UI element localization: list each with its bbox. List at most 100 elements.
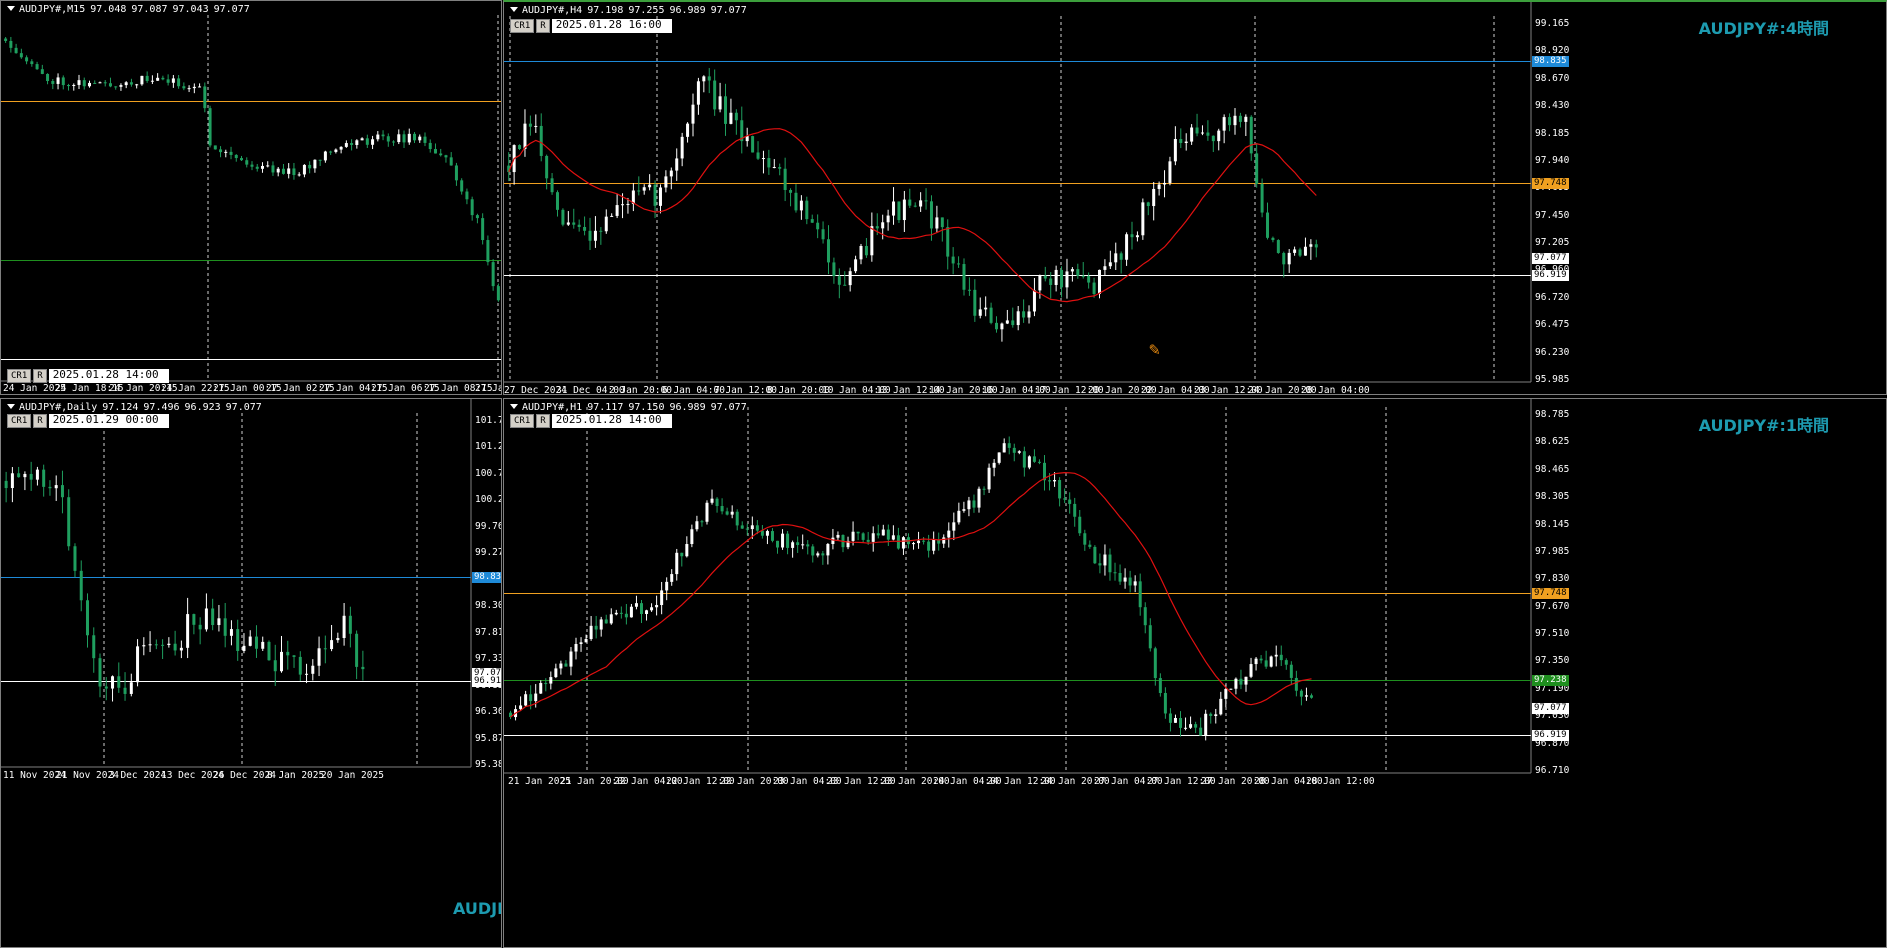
candle-body: [559, 663, 563, 669]
candle-body: [932, 539, 936, 551]
cr1-button[interactable]: CR1: [7, 414, 32, 428]
candle-body: [1299, 690, 1303, 697]
candle-body: [816, 553, 820, 556]
chart-panel-m15[interactable]: AUDJPY#,M15 97.048 97.087 97.043 97.077 CR1 …: [0, 0, 502, 395]
candle-body: [261, 641, 265, 649]
candle-body: [30, 61, 34, 65]
chart-panel-h1[interactable]: AUDJPY#,H1 97.117 97.150 96.989 97.077 CR1 R…: [503, 398, 1887, 948]
candle-body: [1234, 678, 1238, 689]
candle-body: [273, 660, 277, 672]
time-tick: 28 Jan 04:00: [1301, 385, 1370, 395]
chart-canvas-m15[interactable]: [1, 1, 502, 395]
candle-body: [947, 530, 951, 538]
candle-body: [1269, 656, 1273, 667]
datetime-field[interactable]: 2025.01.28 14:00: [48, 369, 169, 383]
candle-body: [801, 544, 805, 546]
candle-body: [750, 525, 754, 530]
candle-body: [1284, 660, 1288, 665]
candle-body: [449, 157, 453, 166]
dropdown-triangle-icon[interactable]: [7, 404, 15, 409]
candle-body: [670, 574, 674, 582]
candle-body: [240, 158, 244, 161]
candle-body: [1157, 184, 1161, 189]
candle-body: [198, 624, 202, 630]
candle-body: [789, 189, 793, 193]
chart-canvas-h1[interactable]: [504, 399, 1887, 948]
r-button[interactable]: R: [33, 414, 47, 428]
candle-body: [593, 230, 597, 241]
r-button[interactable]: R: [536, 19, 550, 33]
candle-body: [1274, 654, 1278, 657]
cr1-button[interactable]: CR1: [510, 414, 535, 428]
candle-body: [951, 256, 955, 264]
candle-body: [234, 154, 238, 159]
pencil-icon[interactable]: ✎: [1149, 339, 1160, 360]
candle-body: [989, 307, 993, 323]
candle-body: [799, 200, 803, 211]
chart-canvas-h4[interactable]: [504, 2, 1887, 395]
price-label: 96.919: [472, 676, 501, 688]
dropdown-triangle-icon[interactable]: [510, 404, 518, 409]
candle-body: [821, 229, 825, 240]
candle-body: [1282, 252, 1286, 265]
datetime-field[interactable]: 2025.01.29 00:00: [48, 414, 169, 428]
cr1-button[interactable]: CR1: [7, 369, 32, 383]
candle-body: [198, 86, 202, 88]
datetime-field[interactable]: 2025.01.28 14:00: [551, 414, 672, 428]
candle-body: [208, 108, 212, 146]
chart-panel-h4[interactable]: AUDJPY#,H4 97.198 97.255 96.989 97.077 CR1 R…: [503, 0, 1887, 395]
candle-body: [831, 537, 835, 545]
candle-body: [604, 216, 608, 232]
candle-body: [897, 201, 901, 221]
r-button[interactable]: R: [33, 369, 47, 383]
candle-body: [924, 200, 928, 202]
dropdown-triangle-icon[interactable]: [510, 7, 518, 12]
candle-body: [725, 511, 729, 515]
price-label: 96.919: [1532, 270, 1569, 282]
candle-body: [1233, 115, 1237, 126]
candle-body: [72, 84, 76, 86]
candle-body: [1103, 266, 1107, 270]
candle-body: [48, 486, 52, 489]
candle-body: [805, 200, 809, 220]
candle-body: [1063, 498, 1067, 500]
cr1-button[interactable]: CR1: [510, 19, 535, 33]
candle-body: [87, 82, 91, 87]
candle-body: [957, 510, 961, 523]
r-button[interactable]: R: [536, 414, 550, 428]
candle-body: [1255, 153, 1259, 184]
price-tick: 97.985: [1535, 545, 1570, 557]
candle-body: [402, 134, 406, 143]
candle-body: [355, 140, 359, 145]
time-tick: 8 Jan 20:00: [767, 385, 830, 395]
candle-body: [715, 498, 719, 507]
candle-body: [1264, 660, 1268, 667]
datetime-field[interactable]: 2025.01.28 16:00: [551, 19, 672, 33]
candle-body: [79, 570, 83, 601]
candle-body: [1000, 323, 1004, 330]
candle-body: [4, 38, 8, 41]
candle-body: [1007, 443, 1011, 448]
time-tick: 8 Jan 2025: [267, 770, 325, 781]
candle-body: [1119, 253, 1123, 260]
candle-body: [1314, 244, 1318, 248]
candle-body: [1309, 244, 1313, 247]
candle-body: [569, 651, 573, 667]
candle-body: [40, 69, 44, 74]
candle-body: [686, 123, 690, 137]
candle-body: [1173, 139, 1177, 162]
candle-body: [192, 86, 196, 89]
price-tick: 100.240: [475, 494, 501, 506]
chart-panel-daily[interactable]: AUDJPY#,Daily 97.124 97.496 96.923 97.077 CR…: [0, 398, 502, 948]
candle-body: [223, 618, 227, 636]
candle-body: [470, 199, 474, 216]
candle-body: [614, 612, 618, 615]
candle-body: [1254, 658, 1258, 665]
candle-body: [710, 498, 714, 503]
candle-body: [610, 215, 614, 217]
dropdown-triangle-icon[interactable]: [7, 6, 15, 11]
candle-body: [978, 309, 982, 316]
candle-body: [280, 651, 284, 672]
chart-canvas-daily[interactable]: [1, 399, 502, 948]
candle-body: [360, 138, 364, 141]
